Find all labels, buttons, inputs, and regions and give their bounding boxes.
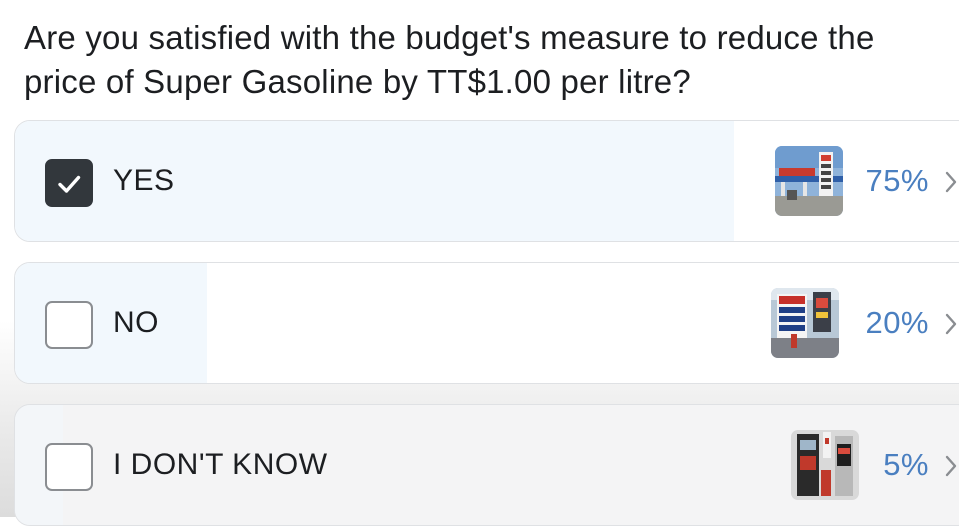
poll-card: Are you satisfied with the budget's meas…	[0, 0, 959, 526]
fuel-price-sign-thumbnail	[771, 288, 839, 358]
option-label: I DON'T KNOW	[113, 448, 328, 481]
poll-option-yes[interactable]: YES 75%	[14, 120, 959, 242]
checkmark-icon	[58, 175, 81, 193]
poll-option-dont-know[interactable]: I DON'T KNOW 5%	[14, 404, 959, 526]
poll-question: Are you satisfied with the budget's meas…	[24, 19, 875, 100]
poll-option-no[interactable]: NO 20%	[14, 262, 959, 384]
fuel-pump-thumbnail	[791, 430, 859, 500]
chevron-right-icon[interactable]	[945, 455, 957, 477]
checkbox-checked-icon[interactable]	[45, 159, 93, 207]
option-percent: 75%	[865, 163, 929, 198]
option-label: NO	[113, 306, 159, 339]
chevron-right-icon[interactable]	[945, 313, 957, 335]
option-label: YES	[113, 164, 175, 197]
checkbox-icon[interactable]	[45, 301, 93, 349]
gas-station-thumbnail	[775, 146, 843, 216]
option-percent: 5%	[883, 447, 929, 482]
option-percent: 20%	[865, 305, 929, 340]
chevron-right-icon[interactable]	[945, 171, 957, 193]
result-bar-fill	[15, 263, 207, 383]
checkbox-icon[interactable]	[45, 443, 93, 491]
